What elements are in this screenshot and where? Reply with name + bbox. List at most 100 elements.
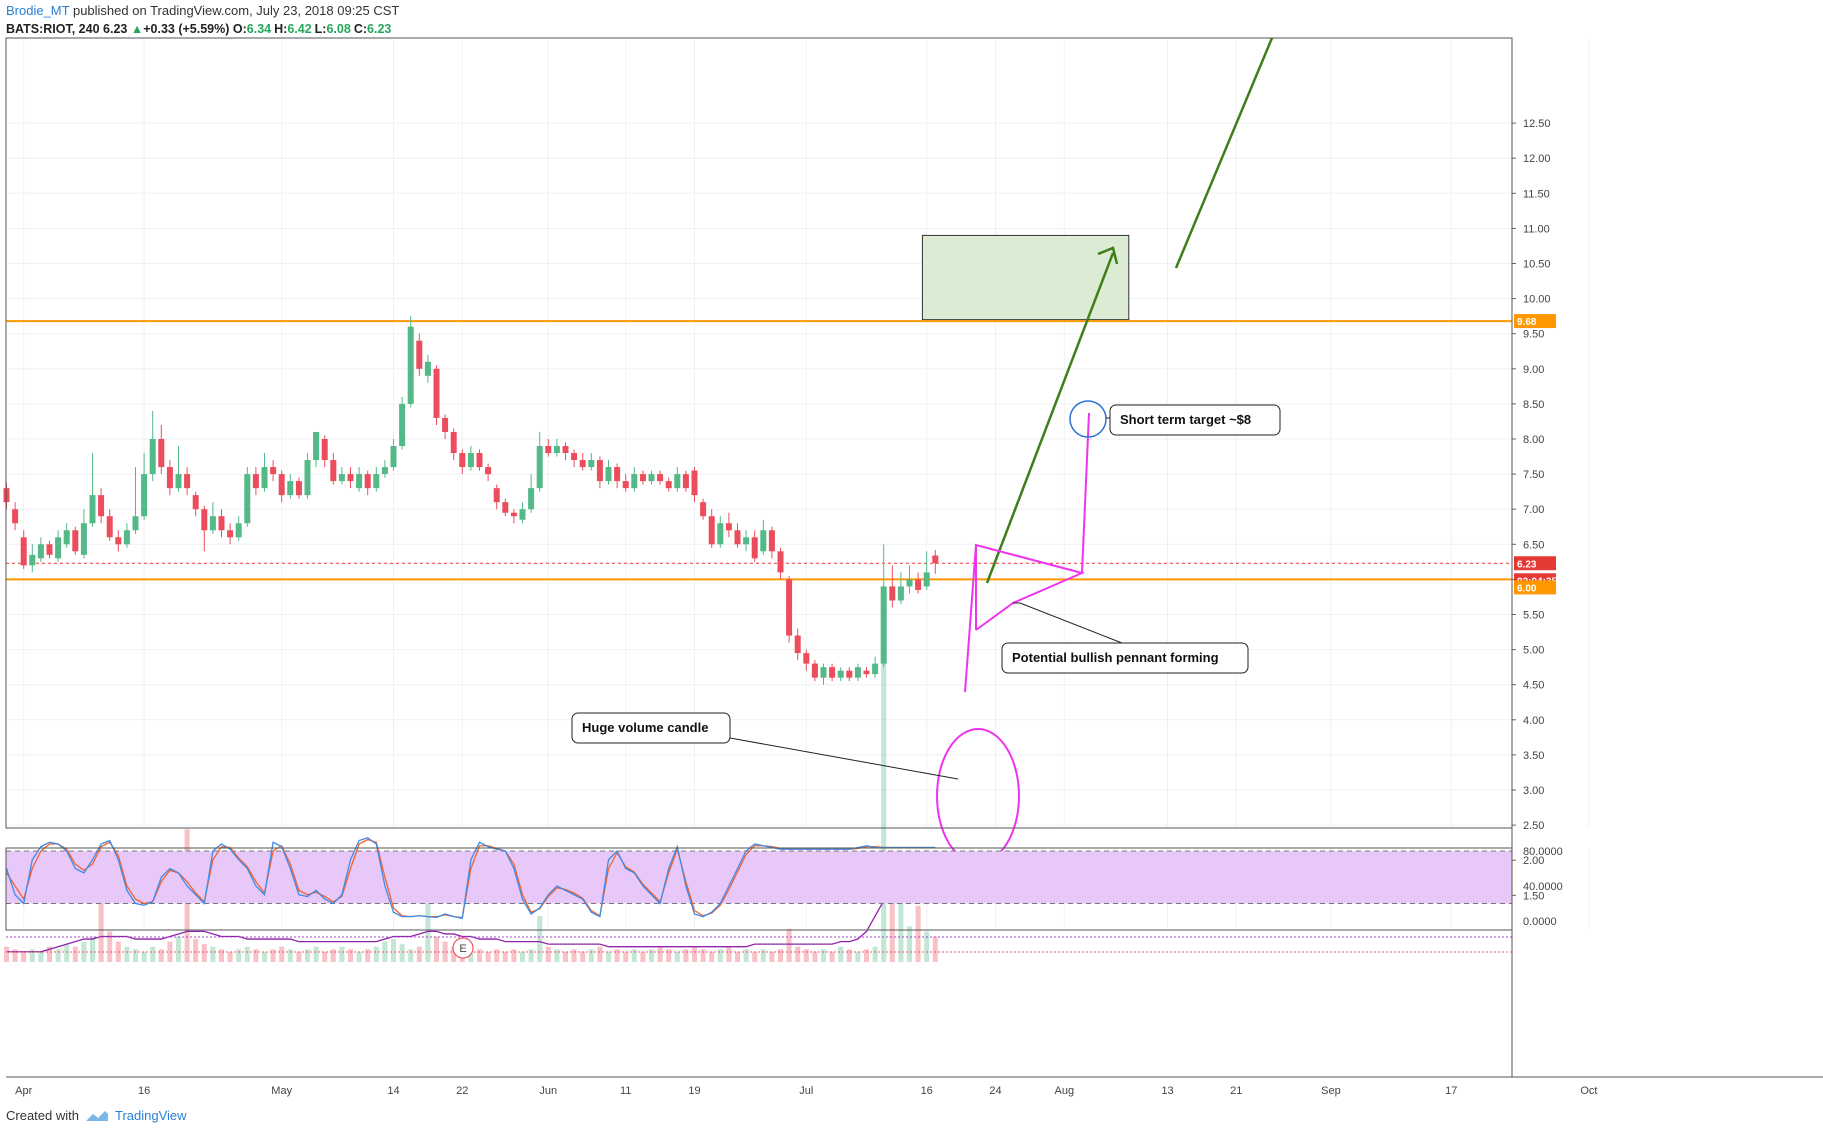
support-badge: 6.00	[1517, 583, 1537, 594]
volume-bar	[580, 951, 586, 962]
volume-bar	[786, 928, 792, 962]
price-tick-label: 6.50	[1523, 539, 1544, 551]
candle-body	[209, 516, 216, 531]
time-tick-label: 17	[1445, 1085, 1457, 1097]
volume-bar	[21, 951, 27, 962]
candle-body	[803, 653, 810, 664]
volume-bar	[133, 949, 138, 962]
candle-body	[691, 470, 698, 496]
candle-body	[897, 586, 904, 601]
time-tick-label: 13	[1161, 1085, 1173, 1097]
candle-body	[115, 537, 122, 545]
volume-bar	[150, 946, 156, 962]
time-tick-label: May	[271, 1085, 292, 1097]
volume-bar	[244, 946, 250, 962]
volume-bar	[606, 951, 611, 962]
volume-bar	[356, 951, 362, 962]
pennant-label: Potential bullish pennant forming	[1012, 650, 1219, 665]
volume-bar	[924, 931, 930, 962]
volume-bar	[726, 946, 732, 962]
candle-body	[786, 579, 793, 636]
volume-bar	[296, 951, 302, 962]
volume-bar	[709, 951, 715, 962]
stoch-band	[6, 851, 1512, 904]
price-tick-label: 4.00	[1523, 715, 1544, 727]
volume-bar	[64, 944, 70, 962]
candle-body	[932, 555, 939, 564]
candle-body	[416, 340, 423, 369]
volume-bar	[649, 949, 654, 962]
candle-body	[313, 431, 320, 461]
volume-bar	[614, 949, 620, 962]
candle-body	[166, 467, 173, 489]
price-chart[interactable]: 1.502.002.503.003.504.004.505.005.506.00…	[0, 0, 1823, 1135]
volume-bar	[477, 949, 482, 962]
candle-body	[820, 667, 827, 678]
volume-bar	[537, 916, 543, 962]
candle-body	[614, 467, 621, 482]
candle-body	[192, 495, 199, 510]
price-tick-label: 5.50	[1523, 610, 1544, 622]
candle-body	[390, 446, 397, 468]
tradingview-brand[interactable]: TradingView	[115, 1108, 187, 1123]
candle-body	[872, 663, 879, 675]
candle-body	[579, 460, 586, 468]
candle-body	[399, 403, 406, 447]
candle-body	[321, 439, 328, 461]
candle-body	[29, 554, 36, 566]
price-tick-label: 5.00	[1523, 645, 1544, 657]
price-tick-label: 9.00	[1523, 364, 1544, 376]
volume-bar	[313, 946, 319, 962]
volume-bar	[829, 951, 835, 962]
volume-bar	[932, 936, 938, 962]
candle-body	[528, 488, 535, 510]
candle-body	[55, 537, 62, 559]
candle-body	[184, 474, 191, 489]
volume-bar	[520, 951, 525, 962]
volume-bar	[915, 905, 921, 962]
volume-bar	[803, 949, 809, 962]
volume-bar	[778, 949, 783, 962]
volume-bar	[339, 946, 345, 962]
stoch-tick-label: 40.0000	[1523, 881, 1563, 893]
volume-bar	[434, 936, 439, 962]
volume-bar	[408, 949, 414, 962]
candle-body	[596, 460, 603, 482]
volume-bar	[72, 946, 78, 962]
candle-body	[467, 453, 474, 468]
volume-callout-pointer	[729, 737, 959, 780]
price-tick-label: 12.50	[1523, 118, 1551, 130]
volume-bar	[416, 946, 422, 962]
time-tick-label: Oct	[1580, 1085, 1597, 1097]
target-zone-rect	[921, 234, 1130, 321]
candle-body	[278, 474, 285, 496]
candle-body	[218, 516, 225, 531]
time-tick-label: 16	[138, 1085, 150, 1097]
main-pane-border	[5, 37, 1513, 829]
candle-body	[287, 481, 294, 496]
candle-body	[80, 523, 87, 555]
candle-body	[743, 537, 750, 545]
volume-bar	[4, 946, 9, 962]
volume-bar	[752, 951, 758, 962]
candle-body	[846, 670, 853, 678]
candle-body	[132, 516, 139, 531]
candle-body	[536, 446, 543, 489]
volume-bar	[305, 949, 310, 962]
volume-bar	[907, 926, 912, 962]
price-tick-label: 3.50	[1523, 750, 1544, 762]
current-price-badge: 6.23	[1517, 559, 1537, 570]
candle-body	[46, 544, 53, 555]
price-tick-label: 11.50	[1523, 188, 1550, 200]
candle-body	[330, 460, 337, 482]
candle-body	[149, 439, 156, 475]
candle-body	[493, 488, 500, 503]
volume-bar	[571, 949, 577, 962]
volume-bar	[743, 949, 749, 962]
candle-body	[829, 667, 836, 678]
volume-bar	[735, 951, 740, 962]
volume-bar	[717, 949, 723, 962]
volume-bar	[322, 951, 328, 962]
candle-body	[72, 530, 79, 552]
volume-bar	[528, 949, 534, 962]
